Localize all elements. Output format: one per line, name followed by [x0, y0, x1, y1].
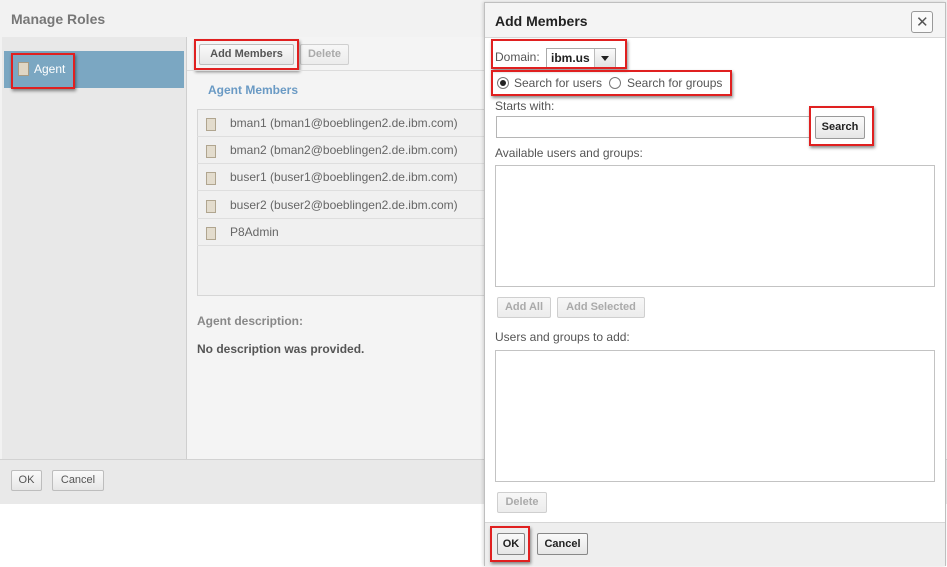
manage-roles-title: Manage Roles — [11, 11, 106, 27]
member-name: bman2 (bman2@boeblingen2.de.ibm.com) — [230, 143, 458, 157]
toolbar-divider — [187, 70, 487, 71]
user-icon — [206, 118, 216, 131]
highlight-search-mode — [491, 70, 732, 96]
highlight-search-button — [809, 106, 874, 146]
starts-with-label: Starts with: — [495, 99, 555, 113]
to-add-label: Users and groups to add: — [495, 330, 630, 344]
close-button[interactable]: ✕ — [911, 11, 933, 33]
user-icon — [206, 172, 216, 185]
add-members-title: Add Members — [495, 13, 588, 29]
available-label: Available users and groups: — [495, 146, 643, 160]
description-text: No description was provided. — [197, 342, 365, 356]
member-name: P8Admin — [230, 225, 279, 239]
member-row[interactable]: bman2 (bman2@boeblingen2.de.ibm.com) — [197, 137, 487, 164]
user-icon — [206, 200, 216, 213]
highlight-domain — [491, 39, 627, 69]
member-row[interactable]: buser2 (buser2@boeblingen2.de.ibm.com) — [197, 192, 487, 219]
highlight-ok — [490, 526, 530, 562]
roles-sidebar — [2, 37, 187, 459]
add-all-button[interactable]: Add All — [497, 297, 551, 318]
close-icon: ✕ — [916, 14, 929, 31]
available-list[interactable] — [495, 165, 935, 287]
member-row[interactable]: buser1 (buser1@boeblingen2.de.ibm.com) — [197, 164, 487, 191]
delete-member-button[interactable]: Delete — [300, 44, 349, 65]
highlight-add-members — [194, 39, 299, 70]
member-row[interactable]: bman1 (bman1@boeblingen2.de.ibm.com) — [197, 110, 487, 137]
user-icon — [206, 145, 216, 158]
member-name: buser2 (buser2@boeblingen2.de.ibm.com) — [230, 198, 458, 212]
member-row[interactable]: P8Admin — [197, 219, 487, 246]
members-title: Agent Members — [208, 83, 299, 97]
starts-with-input[interactable] — [496, 116, 810, 138]
to-add-list[interactable] — [495, 350, 935, 482]
delete-selected-button[interactable]: Delete — [497, 492, 547, 513]
highlight-agent — [11, 53, 75, 89]
manage-roles-ok-button[interactable]: OK — [11, 470, 42, 491]
member-name: buser1 (buser1@boeblingen2.de.ibm.com) — [230, 170, 458, 184]
member-name: bman1 (bman1@boeblingen2.de.ibm.com) — [230, 116, 458, 130]
user-icon — [206, 227, 216, 240]
manage-roles-cancel-button[interactable]: Cancel — [52, 470, 104, 491]
cancel-button[interactable]: Cancel — [537, 533, 588, 555]
description-label: Agent description: — [197, 314, 304, 328]
add-selected-button[interactable]: Add Selected — [557, 297, 645, 318]
